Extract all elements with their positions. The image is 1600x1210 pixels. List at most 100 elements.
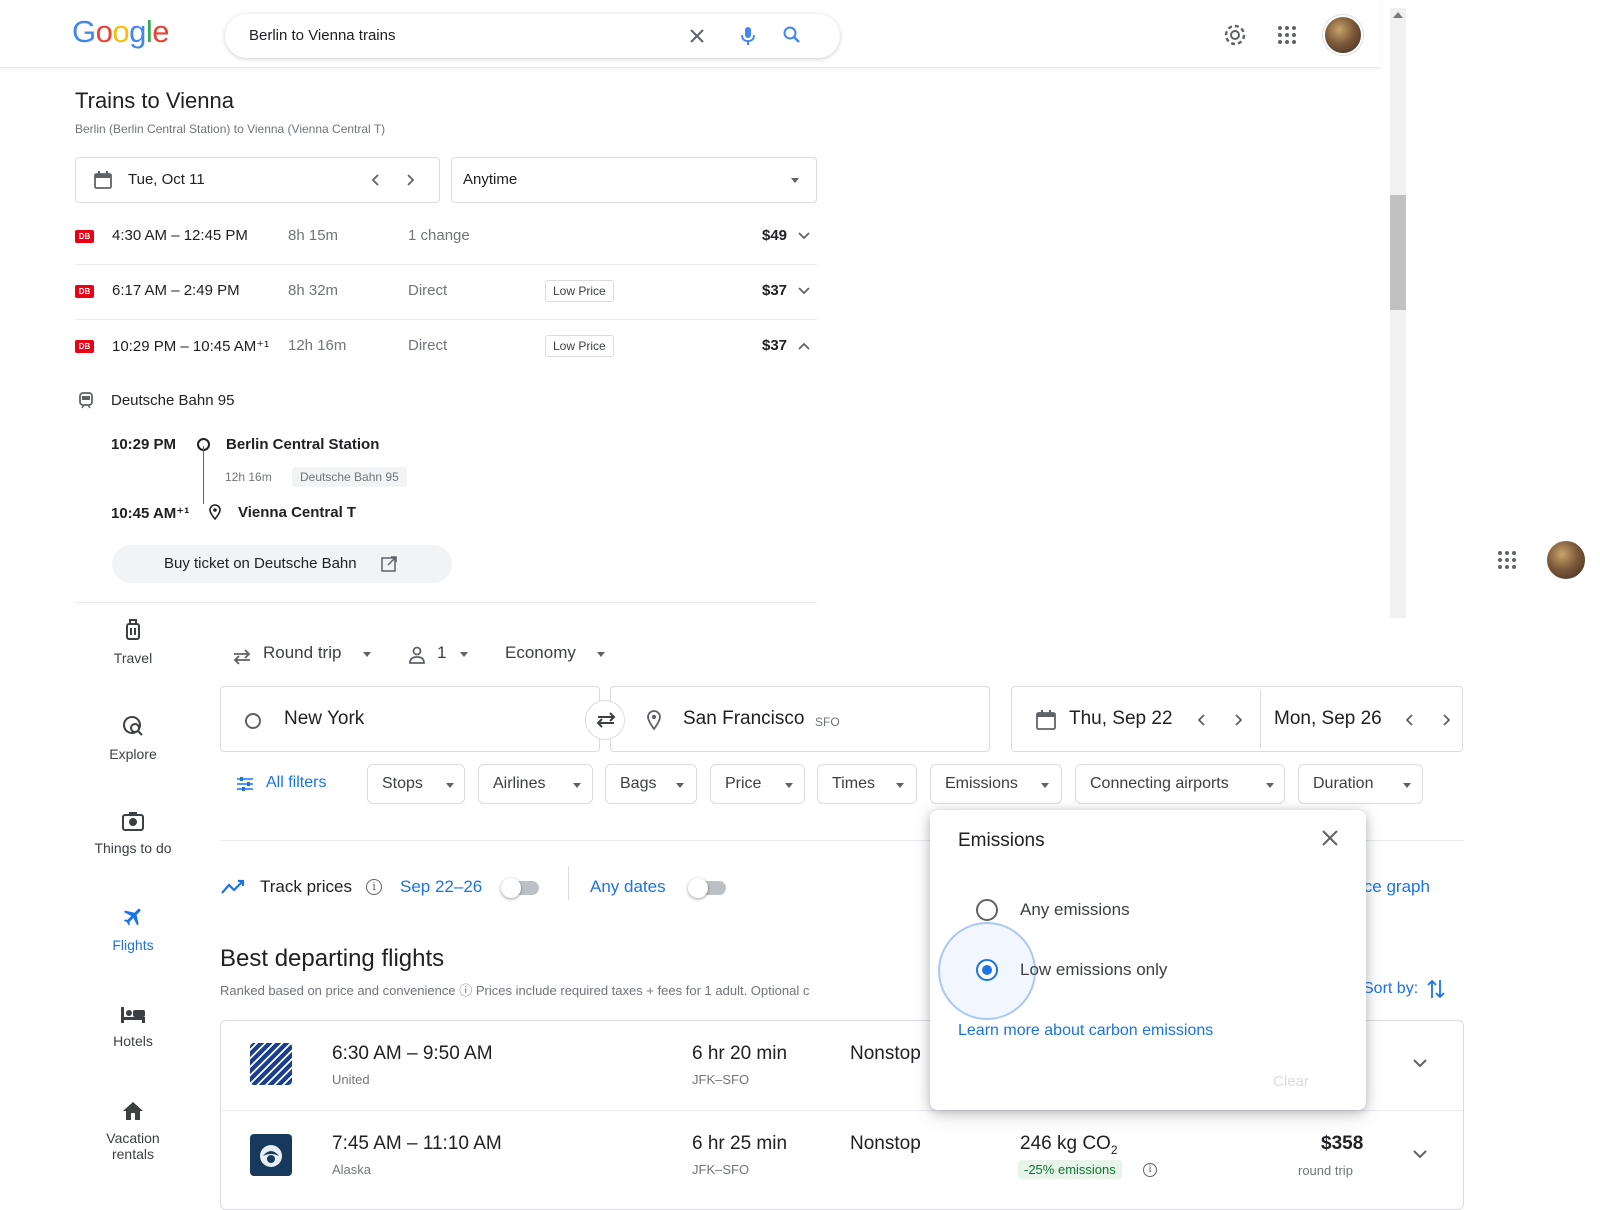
prev-date-chevron-icon[interactable] (1196, 713, 1208, 727)
price-graph-link[interactable]: ice graph (1360, 877, 1430, 897)
buy-ticket-label: Buy ticket on Deutsche Bahn (164, 555, 357, 572)
db-logo-icon: DB (75, 340, 94, 353)
learn-more-link[interactable]: Learn more about carbon emissions (958, 1022, 1213, 1040)
clear-button[interactable]: Clear (1273, 1073, 1309, 1090)
info-icon[interactable]: i (1143, 1163, 1157, 1177)
co2-subscript: 2 (1110, 1142, 1118, 1157)
trains-title: Trains to Vienna (75, 88, 234, 113)
any-dates-label: Any dates (590, 877, 666, 896)
logo-letter: G (72, 14, 96, 49)
db-logo-icon: DB (75, 230, 94, 243)
option-low-emissions[interactable]: Low emissions only (1020, 960, 1167, 980)
departure-date[interactable]: Thu, Sep 22 (1069, 708, 1173, 730)
flight-row[interactable]: 7:45 AM – 11:10 AM Alaska 6 hr 25 min JF… (220, 1111, 1464, 1201)
next-date-chevron-icon[interactable] (1232, 713, 1244, 727)
flight-duration: 6 hr 20 min (692, 1043, 788, 1064)
expand-chevron-icon[interactable] (1412, 1149, 1428, 1159)
passengers-select[interactable]: 1 (437, 643, 446, 663)
collapse-chevron-icon[interactable] (797, 341, 811, 351)
nav-things-to-do[interactable]: Things to do (84, 810, 182, 856)
sort-by-button[interactable]: Sort by: (1363, 980, 1418, 998)
nav-vacation-rentals[interactable]: Vacation rentals (84, 1100, 182, 1162)
search-box[interactable]: Berlin to Vienna trains (225, 14, 840, 58)
route-line (203, 446, 204, 504)
train-time: 4:30 AM – 12:45 PM (112, 227, 248, 244)
clear-icon[interactable] (687, 26, 707, 46)
airline-name: Alaska (332, 1162, 372, 1177)
origin-value[interactable]: New York (284, 708, 364, 730)
filter-chip-stops[interactable]: Stops (367, 764, 465, 804)
all-filters-button[interactable]: All filters (266, 774, 326, 792)
calendar-icon (93, 170, 113, 190)
scrollbar-thumb[interactable] (1390, 195, 1406, 310)
settings-gear-icon[interactable] (1222, 22, 1248, 48)
location-pin-icon (209, 504, 221, 520)
nav-flights[interactable]: Flights (84, 905, 182, 953)
radio-any-emissions[interactable] (976, 899, 998, 921)
dropdown-caret-icon (896, 783, 904, 788)
prev-date-chevron-icon[interactable] (370, 173, 382, 187)
account-avatar[interactable] (1545, 539, 1587, 581)
filter-chip-connecting-airports[interactable]: Connecting airports (1075, 764, 1285, 804)
swap-arrows-icon (595, 712, 617, 728)
filter-chip-bags[interactable]: Bags (605, 764, 697, 804)
search-icon[interactable] (782, 25, 802, 45)
filter-chip-times[interactable]: Times (817, 764, 917, 804)
dropdown-caret-icon (785, 783, 793, 788)
next-date-chevron-icon[interactable] (1440, 713, 1452, 727)
chip-label: Times (832, 775, 875, 792)
airplane-icon (121, 905, 145, 929)
origin-field[interactable] (220, 686, 600, 752)
apps-grid-icon[interactable] (1497, 550, 1517, 570)
train-row[interactable]: DB 4:30 AM – 12:45 PM 8h 15m 1 change $4… (75, 210, 817, 265)
train-row-expanded[interactable]: DB 10:29 PM – 10:45 AM⁺¹ 12h 16m Direct … (75, 320, 817, 375)
nav-label: Vacation (106, 1130, 160, 1146)
price-subtitle: round trip (1298, 1163, 1353, 1178)
filter-chip-emissions[interactable]: Emissions (930, 764, 1062, 804)
train-duration: 8h 15m (288, 227, 339, 244)
destination-code: SFO (815, 715, 840, 729)
info-icon[interactable]: i (366, 879, 382, 895)
expand-chevron-icon[interactable] (797, 286, 811, 296)
train-row[interactable]: DB 6:17 AM – 2:49 PM 8h 32m Direct Low P… (75, 265, 817, 320)
flight-times: 6:30 AM – 9:50 AM (332, 1043, 493, 1064)
popup-title: Emissions (958, 830, 1045, 851)
account-avatar[interactable] (1323, 15, 1363, 55)
nav-explore[interactable]: Explore (84, 714, 182, 762)
scroll-up-arrow-icon[interactable] (1393, 12, 1403, 18)
option-any-emissions[interactable]: Any emissions (1020, 900, 1130, 920)
chip-label: Price (725, 775, 762, 792)
filter-chip-price[interactable]: Price (710, 764, 805, 804)
next-date-chevron-icon[interactable] (404, 173, 416, 187)
chip-label: Emissions (945, 775, 1018, 792)
logo-letter: g (129, 14, 146, 49)
cabin-class-select[interactable]: Economy (505, 643, 576, 663)
expand-chevron-icon[interactable] (797, 231, 811, 241)
flight-duration: 6 hr 25 min (692, 1133, 788, 1154)
luggage-icon (123, 618, 143, 642)
close-icon[interactable] (1320, 828, 1340, 848)
filter-chip-duration[interactable]: Duration (1298, 764, 1423, 804)
track-dates-toggle[interactable] (501, 878, 539, 898)
nav-hotels[interactable]: Hotels (84, 1005, 182, 1049)
toggle-knob (501, 878, 521, 898)
search-input[interactable]: Berlin to Vienna trains (249, 27, 395, 44)
trip-type-select[interactable]: Round trip (263, 643, 341, 663)
apps-grid-icon[interactable] (1277, 25, 1297, 45)
expand-chevron-icon[interactable] (1412, 1058, 1428, 1068)
train-name: Deutsche Bahn 95 (111, 392, 235, 409)
any-dates-toggle[interactable] (688, 878, 726, 898)
chip-label: Airlines (493, 775, 546, 792)
scrollbar-track[interactable] (1390, 8, 1406, 618)
filter-chip-airlines[interactable]: Airlines (478, 764, 593, 804)
trains-subtitle: Berlin (Berlin Central Station) to Vienn… (75, 122, 386, 136)
train-date-value: Tue, Oct 11 (128, 171, 205, 188)
return-date[interactable]: Mon, Sep 26 (1274, 708, 1382, 730)
divider (568, 866, 569, 900)
destination-value[interactable]: San Francisco (683, 708, 804, 730)
nav-travel[interactable]: Travel (84, 618, 182, 666)
google-logo[interactable]: Google (72, 14, 170, 50)
microphone-icon[interactable] (738, 25, 758, 47)
prev-date-chevron-icon[interactable] (1404, 713, 1416, 727)
nav-label: rentals (111, 1146, 155, 1162)
